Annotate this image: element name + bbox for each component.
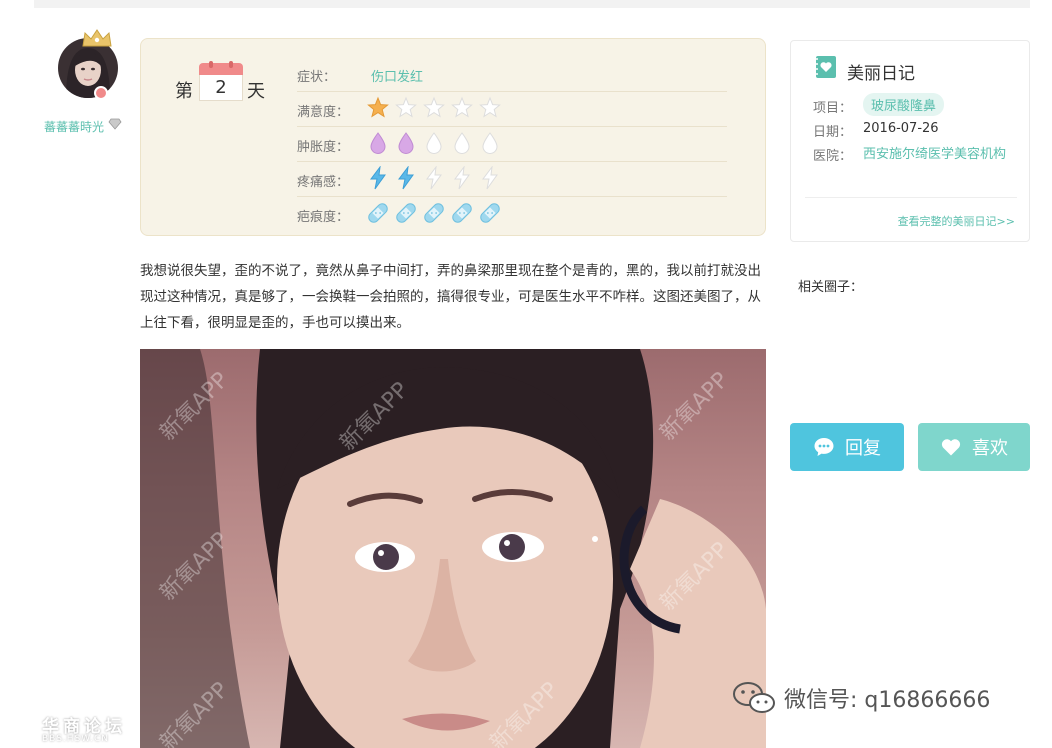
- row-label: 疼痛感：: [297, 175, 350, 190]
- full-diary-link[interactable]: 查看完整的美丽日记>>: [898, 213, 1015, 229]
- lightning-icon: [370, 166, 386, 190]
- droplet-rating: [367, 131, 501, 155]
- user-avatar[interactable]: [58, 28, 122, 108]
- bandage-icon: [368, 203, 388, 223]
- lightning-rating: [367, 166, 501, 190]
- day-prefix: 第: [175, 81, 193, 102]
- like-button[interactable]: 喜欢: [918, 423, 1030, 471]
- lightning-icon: [426, 166, 442, 190]
- droplet-icon: [426, 132, 442, 154]
- forum-url: BBS.HSW.CN: [42, 734, 109, 744]
- row-label: 满意度：: [297, 105, 350, 120]
- scar-row: 疤痕度：: [297, 197, 727, 232]
- calendar-icon: 2: [199, 61, 243, 103]
- droplet-icon: [454, 132, 470, 154]
- droplet-icon: [398, 132, 414, 154]
- swelling-row: 肿胀度：: [297, 127, 727, 162]
- hospital-link[interactable]: 西安施尔绮医学美容机构: [863, 143, 1011, 166]
- post-body-text: 我想说很失望，歪的不说了，竟然从鼻子中间打，弄的鼻梁那里现在整个是青的，黑的，我…: [140, 263, 761, 331]
- day-summary-card: 第 2 天 症状： 伤口发红 满意度： 肿胀度： 疼痛感： 疤痕度：: [140, 38, 766, 236]
- related-circles-label: 相关圈子：: [798, 280, 864, 295]
- bandage-icon: [396, 203, 416, 223]
- chat-bubble-icon: [814, 438, 834, 456]
- project-tag[interactable]: 玻尿酸隆鼻: [863, 93, 945, 116]
- date-value: 2016-07-26: [863, 121, 939, 136]
- star-icon: [395, 96, 417, 118]
- username-link[interactable]: 蕃蕃蕃時光: [44, 118, 104, 135]
- date-label: 日期：: [813, 125, 853, 140]
- crown-icon: [82, 29, 112, 47]
- hospital-label: 医院：: [813, 149, 853, 164]
- row-label: 疤痕度：: [297, 210, 350, 225]
- bandage-rating: [367, 201, 501, 225]
- post-photo[interactable]: 新氧APP 新氧APP 新氧APP 新氧APP 新氧APP 新氧APP 新氧AP…: [140, 349, 766, 748]
- divider: [805, 197, 1017, 198]
- star-icon: [451, 96, 473, 118]
- day-suffix: 天: [247, 81, 265, 102]
- droplet-icon: [482, 132, 498, 154]
- wechat-icon: [733, 682, 775, 713]
- reply-label: 回复: [845, 438, 881, 459]
- droplet-icon: [370, 132, 386, 154]
- forum-logo-icon: [4, 721, 42, 740]
- heart-icon: [941, 439, 961, 456]
- symptom-value: 伤口发红: [371, 70, 424, 85]
- star-icon: [423, 96, 445, 118]
- like-label: 喜欢: [972, 438, 1008, 459]
- heart-diary-icon: [816, 56, 836, 78]
- day-number: 2: [199, 75, 243, 101]
- project-label: 项目：: [813, 101, 853, 116]
- diary-info-card: 美丽日记 项目： 玻尿酸隆鼻 日期： 2016-07-26 医院： 西安施尔绮医…: [790, 40, 1030, 242]
- gem-icon: [108, 118, 122, 130]
- pain-row: 疼痛感：: [297, 162, 727, 197]
- bandage-icon: [452, 203, 472, 223]
- star-icon: [367, 96, 389, 118]
- satisfaction-row: 满意度：: [297, 92, 727, 127]
- symptom-row: 症状： 伤口发红: [297, 57, 727, 92]
- lightning-icon: [482, 166, 498, 190]
- rating-rows: 症状： 伤口发红 满意度： 肿胀度： 疼痛感： 疤痕度：: [297, 57, 727, 232]
- top-bar: [34, 0, 1030, 8]
- star-icon: [479, 96, 501, 118]
- vip-badge-icon: [94, 86, 108, 100]
- wechat-id-text: 微信号: q16866666: [784, 688, 991, 713]
- row-label: 肿胀度：: [297, 140, 350, 155]
- diary-title: 美丽日记: [847, 64, 915, 84]
- wechat-watermark: 微信号: q16866666: [732, 680, 990, 716]
- reply-button[interactable]: 回复: [790, 423, 904, 471]
- forum-watermark: 华商论坛 BBS.HSW.CN: [4, 712, 136, 746]
- bandage-icon: [480, 203, 500, 223]
- lightning-icon: [398, 166, 414, 190]
- star-rating: [367, 96, 501, 120]
- bandage-icon: [424, 203, 444, 223]
- row-label: 症状：: [297, 70, 337, 85]
- lightning-icon: [454, 166, 470, 190]
